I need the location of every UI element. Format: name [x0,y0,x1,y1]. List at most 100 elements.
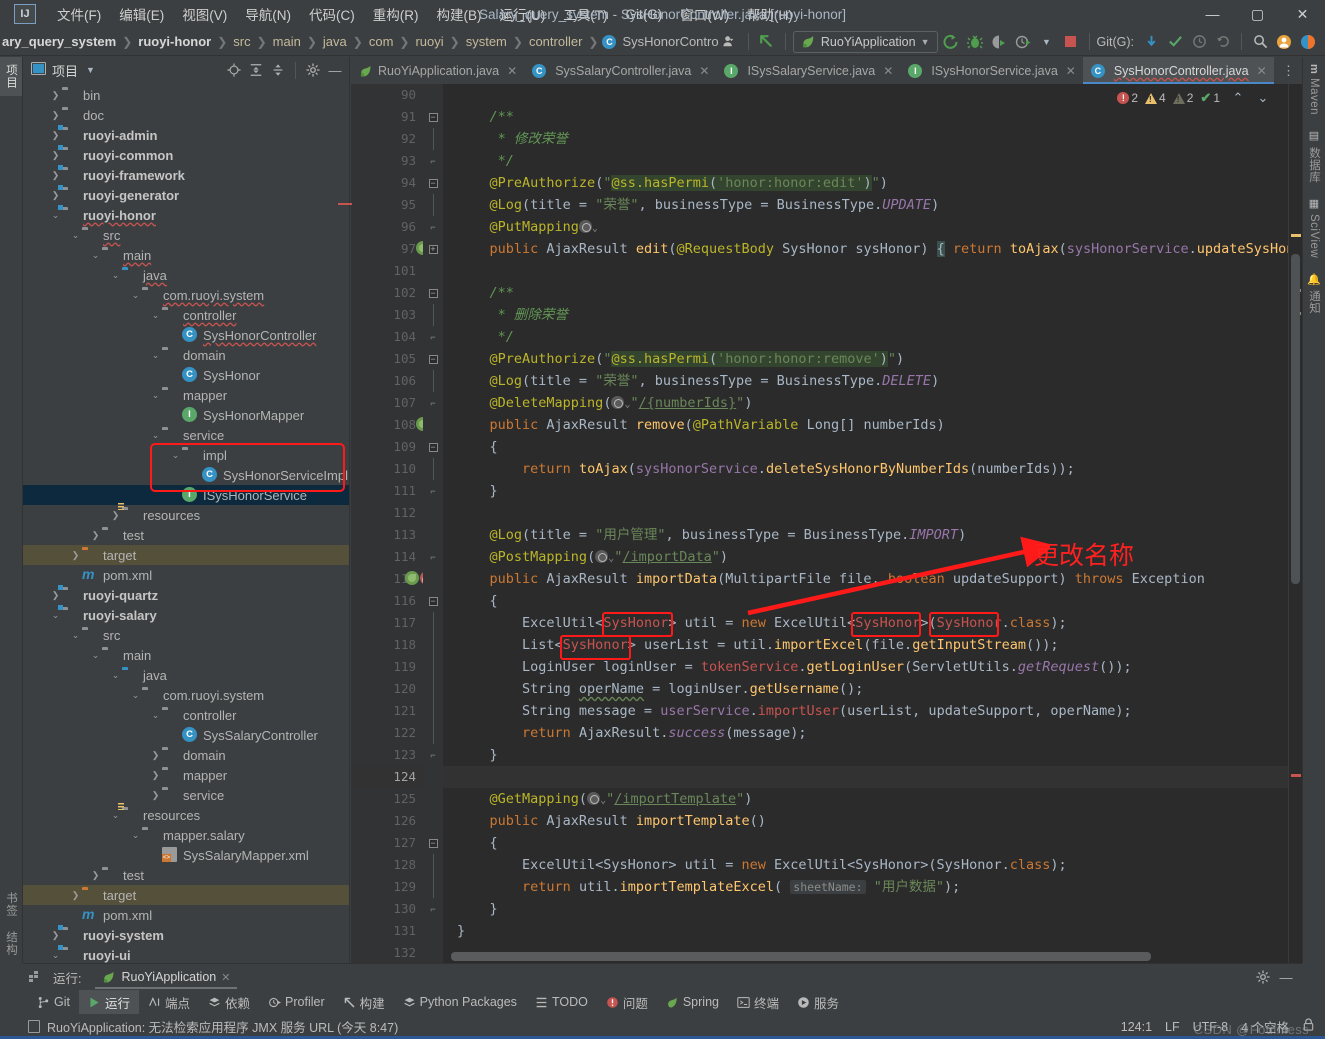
fold-marker-130[interactable]: ⌐ [423,898,443,920]
chevron-right-icon[interactable]: ❯ [49,91,62,100]
code-editor[interactable]: 9091929394959697101102103104105106107108… [351,84,1302,963]
horizontal-scrollbar[interactable] [451,952,1151,961]
editor-tabs-more-icon[interactable]: ⋮ [1275,57,1302,84]
tree-item-ruoyi-generator[interactable]: ❯ruoyi-generator [23,185,349,205]
sidebar-item-maven[interactable]: m Maven [1305,57,1323,122]
line-number-112[interactable]: 112 [351,502,423,524]
profile-icon[interactable] [1012,31,1034,53]
line-number-117[interactable]: 117 [351,612,423,634]
tree-item-domain[interactable]: ❯domain [23,745,349,765]
bottom-tab-服务[interactable]: 服务 [788,990,848,1015]
sidebar-item-bookmarks[interactable]: 书签 [0,885,22,924]
fold-collapse-icon[interactable]: − [429,289,438,298]
inspection-widget[interactable]: ! 2 4 2 ✔ 1 ⌃ ⌄ [1117,87,1274,109]
chevron-right-icon[interactable]: ❯ [49,131,62,140]
fold-marker-132[interactable] [423,942,443,963]
fold-marker-118[interactable] [423,634,443,656]
tree-item-ruoyi-honor[interactable]: ⌄ruoyi-honor [23,205,349,225]
chevron-down-icon[interactable]: ⌄ [109,271,122,280]
tree-item-com-ruoyi-system[interactable]: ⌄com.ruoyi.system [23,685,349,705]
code-line-115[interactable]: public AjaxResult importData(MultipartFi… [443,568,1288,590]
line-number-101[interactable]: 101 [351,260,423,282]
tree-item-resources[interactable]: ❯resources [23,505,349,525]
tree-item-ruoyi-admin[interactable]: ❯ruoyi-admin [23,125,349,145]
line-number-128[interactable]: 128 [351,854,423,876]
line-number-91[interactable]: 91 [351,106,423,128]
git-commit-icon[interactable] [1164,31,1186,53]
fold-marker-108[interactable] [423,414,443,436]
close-button[interactable]: ✕ [1280,0,1325,28]
error-count-group[interactable]: ! 2 [1117,91,1138,105]
chevron-down-icon[interactable]: ⌄ [149,391,162,400]
code-line-94[interactable]: @PreAuthorize("@ss.hasPermi('honor:honor… [443,172,1288,194]
run-configuration-selector[interactable]: RuoYiApplication ▼ [793,31,938,53]
tree-item-src[interactable]: ⌄src [23,225,349,245]
menu-item-10[interactable]: 窗口(W) [671,0,738,28]
line-number-97[interactable]: 97 [351,238,423,260]
fold-marker-126[interactable] [423,810,443,832]
line-number-96[interactable]: 96 [351,216,423,238]
locate-icon[interactable] [224,60,244,80]
code-line-108[interactable]: public AjaxResult remove(@PathVariable L… [443,414,1288,436]
fold-marker-129[interactable] [423,876,443,898]
chevron-down-icon[interactable]: ⌄ [89,651,102,660]
line-number-115[interactable]: 115@ [351,568,423,590]
tree-item-ruoyi-salary[interactable]: ⌄ruoyi-salary [23,605,349,625]
line-number-114[interactable]: 114 [351,546,423,568]
chevron-right-icon[interactable]: ❯ [49,151,62,160]
fold-marker-114[interactable]: ⌐ [423,546,443,568]
fold-end-icon[interactable]: ⌐ [430,904,435,914]
ide-feature-icon[interactable] [1297,31,1319,53]
tree-item-pom-xml[interactable]: mpom.xml [23,905,349,925]
run-tab-ruoyiapplication[interactable]: RuoYiApplication ✕ [95,966,237,988]
line-number-104[interactable]: 104 [351,326,423,348]
fold-marker-90[interactable] [423,84,443,106]
lock-icon[interactable] [1302,1018,1315,1035]
code-line-119[interactable]: LoginUser loginUser = tokenService.getLo… [443,656,1288,678]
fold-marker-110[interactable] [423,458,443,480]
fold-collapse-icon[interactable]: − [429,597,438,606]
code-line-123[interactable]: } [443,744,1288,766]
line-number-110[interactable]: 110 [351,458,423,480]
tree-item-mapper[interactable]: ❯mapper [23,765,349,785]
chevron-down-icon-2[interactable]: ▼ [1036,31,1058,53]
prev-problem-icon[interactable]: ⌃ [1227,87,1249,109]
code-content[interactable]: /** * 修改荣誉 */ @PreAuthorize("@ss.hasPerm… [443,84,1288,963]
code-line-121[interactable]: String message = userService.importUser(… [443,700,1288,722]
fold-marker-128[interactable] [423,854,443,876]
tree-item-main[interactable]: ⌄main [23,645,349,665]
fold-end-icon[interactable]: ⌐ [430,222,435,232]
sidebar-item-project[interactable]: 项目 [0,57,22,96]
tree-item-syshonorserviceimpl[interactable]: CSysHonorServiceImpl [23,465,349,485]
fold-marker-102[interactable]: − [423,282,443,304]
user-avatar-icon[interactable] [719,31,741,53]
code-line-128[interactable]: ExcelUtil<SysHonor> util = new ExcelUtil… [443,854,1288,876]
chevron-right-icon[interactable]: ❯ [149,751,162,760]
chevron-down-icon[interactable]: ⌄ [49,211,62,220]
line-number-118[interactable]: 118 [351,634,423,656]
fold-marker-113[interactable] [423,524,443,546]
code-line-131[interactable]: } [443,920,1288,942]
error-stripe[interactable] [1288,84,1302,963]
debug-icon[interactable] [964,31,986,53]
fold-marker-103[interactable] [423,304,443,326]
fold-collapse-icon[interactable]: − [429,355,438,364]
chevron-down-icon[interactable]: ⌄ [49,611,62,620]
close-icon[interactable]: ✕ [1257,64,1267,78]
code-line-118[interactable]: List<SysHonor> userList = util.importExc… [443,634,1288,656]
breadcrumb-item-8[interactable]: controller [527,33,584,50]
code-line-103[interactable]: * 删除荣誉 [443,304,1288,326]
minimize-icon-run[interactable]: — [1276,967,1296,987]
chevron-down-icon[interactable]: ⌄ [129,831,142,840]
back-arrow-icon[interactable] [756,31,778,53]
maximize-button[interactable]: ▢ [1235,0,1280,28]
tree-item-ruoyi-ui[interactable]: ⌄ruoyi-ui [23,945,349,963]
chevron-right-icon[interactable]: ❯ [89,871,102,880]
line-number-125[interactable]: 125 [351,788,423,810]
line-separator[interactable]: LF [1165,1020,1180,1034]
bottom-tab-构建[interactable]: 构建 [334,990,394,1015]
line-number-106[interactable]: 106 [351,370,423,392]
code-line-116[interactable]: { [443,590,1288,612]
fold-marker-101[interactable] [423,260,443,282]
chevron-down-icon[interactable]: ⌄ [129,691,142,700]
